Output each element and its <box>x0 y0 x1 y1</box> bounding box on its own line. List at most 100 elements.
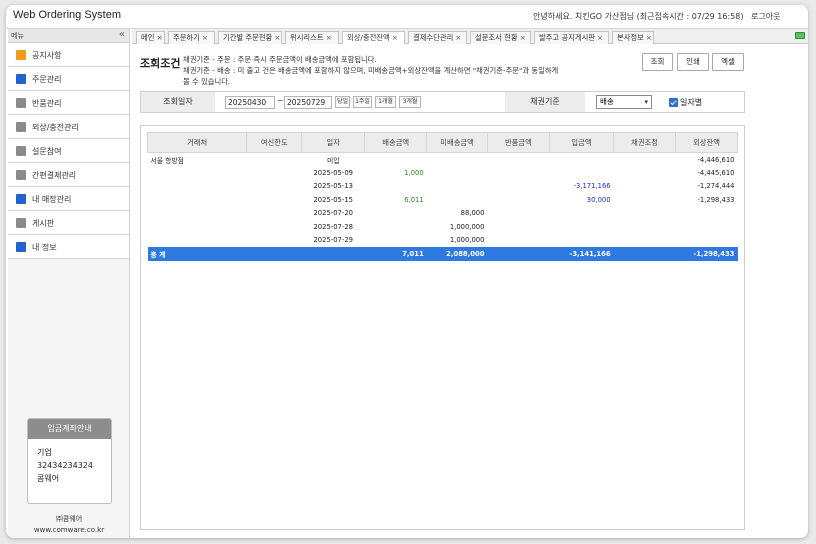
table-row[interactable]: 2025-07-20 88,000 <box>148 207 738 221</box>
sidebar-item[interactable]: 외상/충전관리 <box>8 115 129 139</box>
sidebar-item[interactable]: 내 매장관리 <box>8 187 129 211</box>
deposit-holder: 콤웨어 <box>37 474 60 483</box>
column-header[interactable]: 입금액 <box>548 132 615 153</box>
table-cell <box>427 180 488 194</box>
quick-week-button[interactable]: 1주일 <box>353 96 372 108</box>
sidebar-item[interactable]: 간편결제관리 <box>8 163 129 187</box>
column-header[interactable]: 채권조정 <box>613 132 676 153</box>
tab[interactable]: 메인 × <box>136 31 165 44</box>
column-header[interactable]: 미배송금액 <box>426 132 488 153</box>
column-header[interactable]: 외상잔액 <box>675 132 738 153</box>
tab-label: 주문하기 <box>173 33 200 42</box>
table-cell <box>427 193 488 207</box>
collapse-sidebar-icon[interactable]: « <box>119 29 125 40</box>
column-header[interactable]: 일자 <box>301 132 366 153</box>
sidebar-item-label: 주문관리 <box>32 75 62 84</box>
column-header[interactable]: 반품금액 <box>486 132 550 153</box>
table-cell <box>365 220 427 234</box>
table-cell <box>549 166 613 180</box>
close-icon[interactable]: × <box>274 33 280 42</box>
sidebar-item-label: 설문참여 <box>32 147 62 156</box>
tab[interactable]: 주문하기 × <box>168 31 215 44</box>
table-cell <box>247 166 302 180</box>
table-row[interactable]: 서울 항방점 미입 -4,446,610 <box>148 153 738 167</box>
logout-link[interactable]: 로그아웃 <box>751 11 780 22</box>
quick-month-button[interactable]: 1개월 <box>375 96 396 108</box>
table-row[interactable]: 2025-07-28 1,000,000 <box>148 220 738 234</box>
column-header[interactable]: 배송금액 <box>364 132 428 153</box>
filter-bar: 조회일자 20250430 ~ 20250729 당일 1주일 1개월 3개월 … <box>140 91 745 113</box>
quick-today-button[interactable]: 당일 <box>335 96 350 108</box>
quick-3month-button[interactable]: 3개월 <box>399 96 421 108</box>
table-cell: 2025-07-28 <box>313 222 353 231</box>
sidebar-menu: 공지사항주문관리반품관리 외상/충전관리설문참여간편결제관리내 매장관리게시판내 … <box>8 43 129 259</box>
table-cell <box>549 220 613 234</box>
table-row[interactable]: 2025-07-29 1,000,000 <box>148 234 738 248</box>
table-row[interactable]: 2025-05-15 6,011 30,000 -1,298,433 <box>148 193 738 207</box>
menu-square-icon <box>16 50 26 60</box>
close-icon[interactable]: × <box>156 33 162 42</box>
table-cell <box>148 193 247 207</box>
close-icon[interactable]: × <box>520 33 526 42</box>
tab[interactable]: 외상/충전잔액 × <box>342 31 405 44</box>
excel-button[interactable]: 엑셀 <box>712 53 744 71</box>
table-cell: -3,171,166 <box>573 182 611 191</box>
app-window: Web Ordering System 안녕하세요. 치킨GO 가산점님 (최근… <box>6 5 808 538</box>
close-icon[interactable]: × <box>202 33 208 42</box>
date-from-input[interactable]: 20250430 <box>225 96 275 109</box>
search-button[interactable]: 조회 <box>642 53 673 71</box>
close-icon[interactable]: × <box>392 33 398 42</box>
tab[interactable]: 결제수단관리 × <box>408 31 467 44</box>
print-button[interactable]: 인쇄 <box>677 53 709 71</box>
basis-select[interactable]: 배송 ▾ <box>596 95 652 109</box>
main-content: 조회조건 채권기준 - 주문 : 주문 즉시 주문금액이 배송금액에 포함됩니다… <box>132 45 808 538</box>
sidebar-item-label: 게시판 <box>32 219 55 228</box>
tab-label: 위시리스트 <box>290 33 324 42</box>
sidebar-item-label: 내 매장관리 <box>32 195 72 204</box>
close-icon[interactable]: × <box>455 33 461 42</box>
tab[interactable]: 위시리스트 × <box>285 31 339 44</box>
table-cell: 30,000 <box>586 195 611 204</box>
close-icon[interactable]: × <box>597 33 603 42</box>
sidebar-item[interactable]: 공지사항 <box>8 43 129 67</box>
total-cell <box>613 247 676 261</box>
conditions-desc-line: 채권기준 - 배송 : 미 출고 건은 배송금액에 포함하지 않으며, 미배송금… <box>183 66 559 75</box>
tab[interactable]: 본사정보 × <box>612 31 654 44</box>
close-icon[interactable]: × <box>326 33 332 42</box>
sidebar-item[interactable]: 주문관리 <box>8 67 129 91</box>
sidebar-item[interactable]: 내 정보 <box>8 235 129 259</box>
sidebar-item[interactable]: 게시판 <box>8 211 129 235</box>
chevron-down-icon: ▾ <box>644 98 648 106</box>
menu-square-icon <box>16 98 26 108</box>
date-range-tilde: ~ <box>277 96 284 105</box>
table-header-row: 거래처 여신한도 일자 배송금액 미배송금액 반품금액 입금액 채권조정 외상잔액 <box>146 132 738 153</box>
column-header[interactable]: 여신한도 <box>246 132 303 153</box>
tab[interactable]: 설문조사 현황 × <box>470 31 531 44</box>
sidebar: 메뉴 « 공지사항 주문관리 반품관리 외상/충전관리 설문참여 간편결제관리 내 매장관리… <box>8 29 130 538</box>
table-row[interactable]: 2025-05-13 -3,171,166 -1,274,444 <box>148 180 738 194</box>
tab[interactable]: 기간별 주문현황 × <box>218 31 282 44</box>
company-url: www.comware.co.kr <box>33 526 105 534</box>
daily-checkbox-label: 일자별 <box>680 98 703 107</box>
date-to-input[interactable]: 20250729 <box>284 96 332 109</box>
company-info: ㈜콤웨어 www.comware.co.kr <box>8 514 130 536</box>
table-cell: 2025-05-09 <box>313 168 353 177</box>
total-row[interactable]: 총 계 7,011 2,088,000 -3,141,166 -1,298,433 <box>147 247 738 261</box>
table-cell <box>549 153 613 167</box>
sidebar-item[interactable]: 설문참여 <box>8 139 129 163</box>
menu-square-icon <box>16 122 26 132</box>
app-title: Web Ordering System <box>13 9 122 21</box>
close-icon[interactable]: × <box>646 33 652 42</box>
table-row[interactable]: 2025-05-09 1,000 -4,445,610 <box>148 166 738 180</box>
tab[interactable]: 발주고 공지게시판 × <box>534 31 609 44</box>
table-cell: 미입 <box>326 156 340 165</box>
date-label: 조회일자 <box>141 92 215 112</box>
daily-checkbox[interactable] <box>669 98 678 107</box>
table-cell <box>487 207 549 221</box>
sidebar-item[interactable]: 반품관리 <box>8 91 129 115</box>
column-header[interactable]: 거래처 <box>146 132 248 153</box>
tab-label: 발주고 공지게시판 <box>539 33 596 42</box>
table-cell <box>614 220 676 234</box>
sidebar-item-label: 간편결제관리 <box>32 171 77 180</box>
tab-label: 기간별 주문현황 <box>223 33 273 42</box>
